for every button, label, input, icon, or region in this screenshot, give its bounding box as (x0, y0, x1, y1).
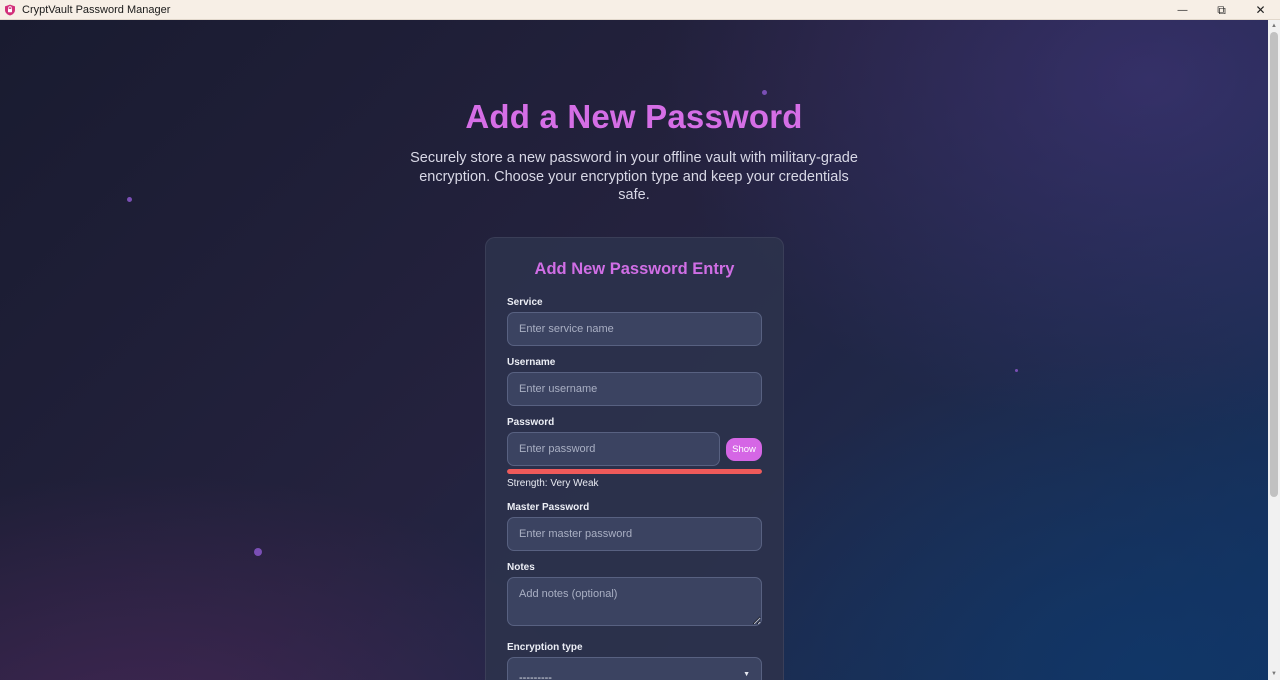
page-title: Add a New Password (465, 98, 803, 135)
app-logo-icon (3, 3, 17, 17)
encryption-type-value: --------- (519, 672, 552, 680)
password-label: Password (507, 417, 555, 428)
vertical-scrollbar[interactable]: ▲ ▼ (1268, 20, 1280, 680)
password-strength-fill (507, 469, 762, 474)
username-input[interactable] (507, 372, 762, 406)
minimize-button[interactable]: — (1163, 0, 1202, 20)
scroll-down-arrow-icon[interactable]: ▼ (1268, 668, 1280, 680)
username-label: Username (507, 357, 556, 368)
maximize-button[interactable]: ⧉ (1202, 0, 1241, 20)
minimize-icon: — (1177, 4, 1188, 16)
chevron-down-icon: ▼ (743, 670, 750, 678)
add-password-form: Add New Password Entry Service Username … (485, 237, 784, 680)
service-input[interactable] (507, 312, 762, 346)
notes-textarea[interactable] (507, 577, 762, 626)
title-bar: CryptVault Password Manager — ⧉ ✕ (0, 0, 1280, 20)
service-label: Service (507, 297, 543, 308)
notes-label: Notes (507, 562, 535, 573)
decorative-particle (127, 197, 132, 202)
decorative-particle (762, 90, 767, 95)
window-title: CryptVault Password Manager (22, 3, 171, 16)
password-strength-bar (507, 469, 762, 474)
master-password-input[interactable] (507, 517, 762, 551)
close-button[interactable]: ✕ (1241, 0, 1280, 20)
scroll-up-arrow-icon[interactable]: ▲ (1268, 20, 1280, 32)
encryption-type-select[interactable]: --------- ▼ (507, 657, 762, 680)
master-password-label: Master Password (507, 502, 590, 513)
scrollbar-thumb[interactable] (1270, 32, 1278, 497)
close-icon: ✕ (1255, 3, 1266, 17)
form-title: Add New Password Entry (534, 260, 735, 278)
restore-icon: ⧉ (1217, 2, 1226, 17)
encryption-type-label: Encryption type (507, 642, 583, 653)
show-password-button[interactable]: Show (726, 438, 762, 461)
page-subtitle: Securely store a new password in your of… (410, 150, 858, 204)
password-strength-text: Strength: Very Weak (507, 478, 599, 489)
decorative-particle (254, 548, 262, 556)
decorative-particle (1015, 369, 1018, 372)
password-input[interactable] (507, 432, 720, 466)
app-viewport: Add a New Password Securely store a new … (0, 20, 1268, 680)
